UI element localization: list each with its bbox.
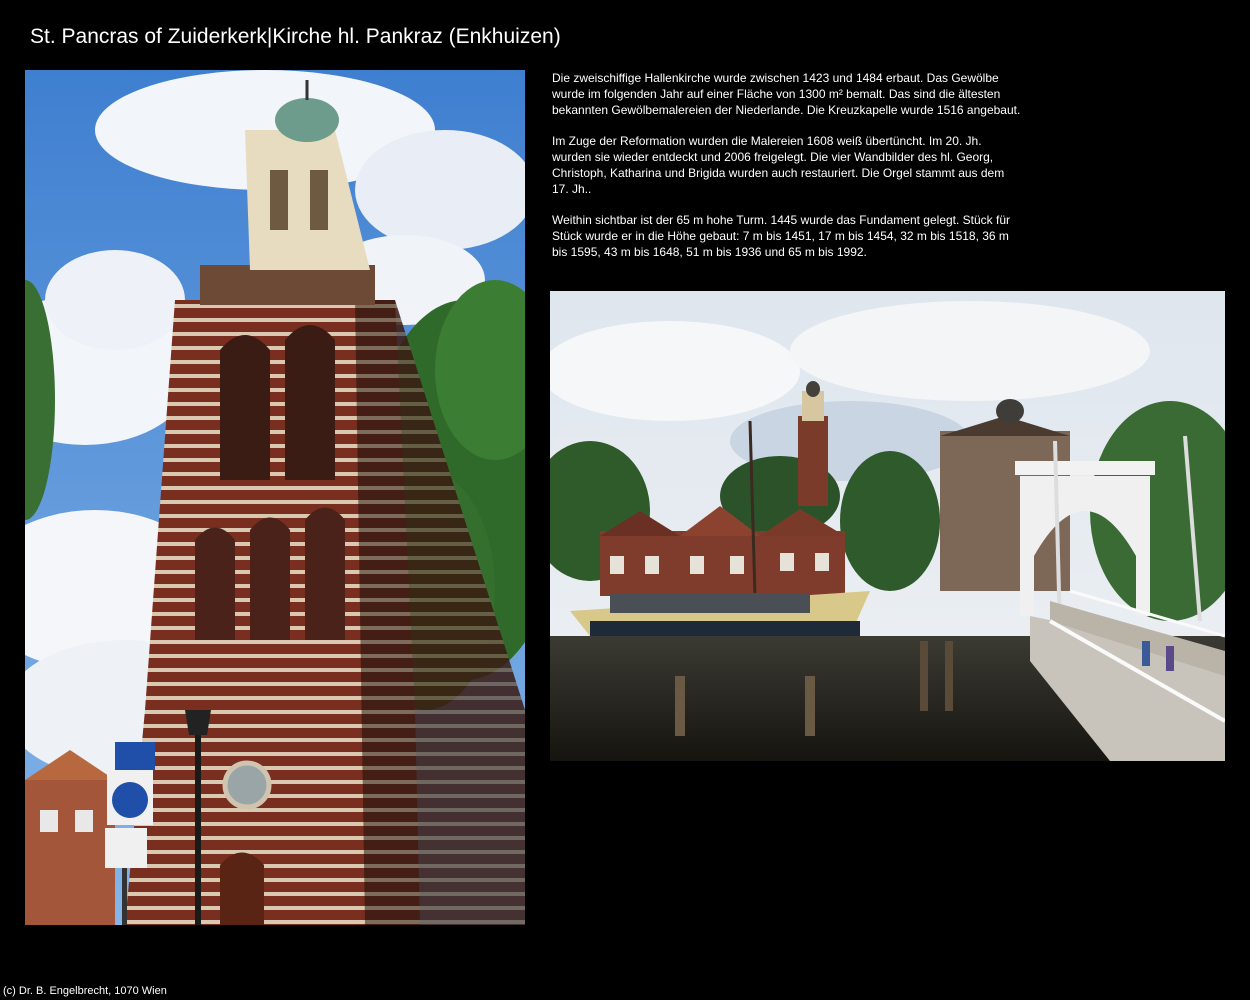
harbour-drawbridge-photo[interactable] [550,291,1225,761]
church-tower-illustration [25,70,525,925]
church-tower-photo[interactable] [25,70,525,925]
copyright-footer: (c) Dr. B. Engelbrecht, 1070 Wien [3,985,167,997]
page-title: St. Pancras of Zuiderkerk|Kirche hl. Pan… [30,25,561,48]
description-paragraph: Die zweischiffige Hallenkirche wurde zwi… [552,71,1021,117]
description-paragraph: Im Zuge der Reformation wurden die Maler… [552,134,1005,196]
description-text: Die zweischiffige Hallenkirche wurde zwi… [552,70,1022,275]
harbour-illustration [550,291,1225,761]
description-paragraph: Weithin sichtbar ist der 65 m hohe Turm.… [552,213,1011,259]
